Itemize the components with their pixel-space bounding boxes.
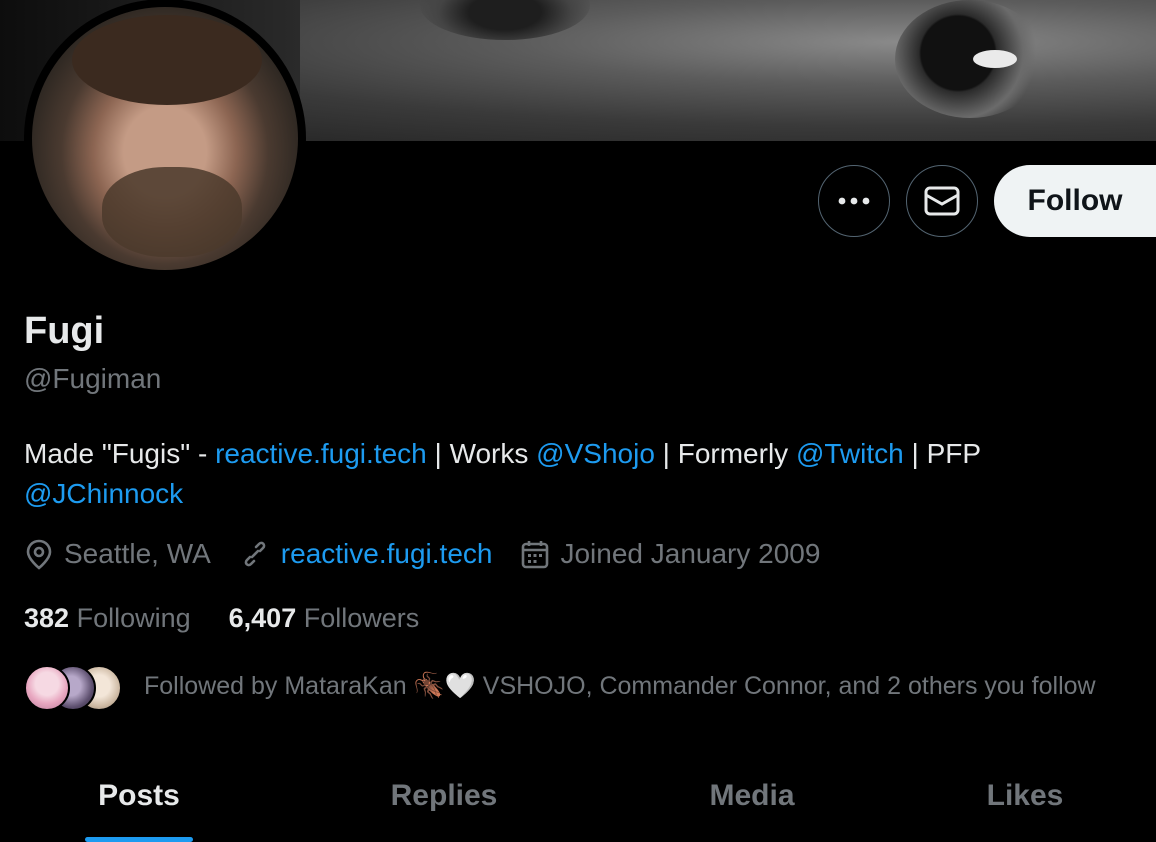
tab-media[interactable]: Media — [610, 755, 894, 842]
profile-name: Fugi — [24, 310, 105, 352]
tab-posts[interactable]: Posts — [0, 755, 278, 842]
banner-eye-left — [420, 0, 590, 40]
location-pin-icon — [26, 539, 52, 570]
tab-posts-label: Posts — [98, 779, 180, 812]
followed-by[interactable]: Followed by MataraKan 🪳🤍 VSHOJO, Command… — [24, 662, 1096, 711]
tab-replies[interactable]: Replies — [278, 755, 610, 842]
tab-likes[interactable]: Likes — [894, 755, 1156, 842]
bio-text-2: | Works — [426, 438, 537, 469]
bio-text-4: | PFP — [903, 438, 982, 469]
ellipsis-icon — [838, 197, 870, 205]
avatar-photo — [32, 7, 298, 270]
meta-website: reactive.fugi.tech — [239, 538, 493, 570]
banner-eye-glint — [973, 50, 1017, 68]
followed-by-avatars — [24, 662, 124, 711]
bio-mention-vshojo[interactable]: @VShojo — [536, 438, 655, 469]
profile-actions: Follow — [818, 165, 1156, 237]
tab-replies-label: Replies — [390, 779, 498, 812]
tab-likes-label: Likes — [986, 779, 1064, 812]
followers-label: Followers — [303, 603, 420, 633]
calendar-icon — [522, 541, 549, 569]
avatar-hair — [72, 15, 262, 105]
message-button[interactable] — [906, 165, 978, 237]
avatar-beard — [102, 167, 242, 257]
location-text: Seattle, WA — [64, 538, 211, 569]
follower-avatar — [24, 665, 70, 711]
envelope-icon — [924, 186, 960, 216]
following-label: Following — [76, 603, 191, 633]
bio-text-1: Made "Fugis" - — [24, 438, 216, 469]
following-number: 382 — [24, 603, 70, 633]
joined-text: Joined January 2009 — [560, 538, 821, 569]
profile-avatar[interactable] — [24, 0, 306, 278]
bio-mention-jchinnock[interactable]: @JChinnock — [24, 478, 183, 509]
profile-handle: @Fugiman — [24, 363, 162, 394]
meta-location: Seattle, WA — [24, 538, 211, 570]
link-icon — [244, 541, 266, 567]
profile-tabs: Posts Replies Media Likes — [0, 755, 1156, 842]
followers-number: 6,407 — [228, 603, 297, 633]
website-link[interactable]: reactive.fugi.tech — [281, 538, 493, 570]
bio-mention-twitch[interactable]: @Twitch — [796, 438, 904, 469]
profile-bio: Made "Fugis" - reactive.fugi.tech | Work… — [24, 434, 1144, 514]
more-button[interactable] — [818, 165, 890, 237]
profile-meta: Seattle, WA reactive.fugi.tech Joined Ja… — [24, 538, 848, 570]
tab-media-label: Media — [709, 779, 795, 812]
bio-link-website[interactable]: reactive.fugi.tech — [215, 438, 427, 469]
banner-eye-right — [895, 0, 1045, 118]
bio-text-3: | Formerly — [654, 438, 796, 469]
followers-count[interactable]: 6,407 Followers — [229, 603, 420, 634]
follow-counts: 382 Following 6,407 Followers — [24, 603, 457, 634]
active-tab-indicator — [85, 837, 193, 842]
followed-by-text: Followed by MataraKan 🪳🤍 VSHOJO, Command… — [144, 671, 1096, 700]
meta-joined: Joined January 2009 — [520, 538, 820, 570]
following-count[interactable]: 382 Following — [24, 603, 191, 634]
follow-button[interactable]: Follow — [994, 165, 1156, 237]
